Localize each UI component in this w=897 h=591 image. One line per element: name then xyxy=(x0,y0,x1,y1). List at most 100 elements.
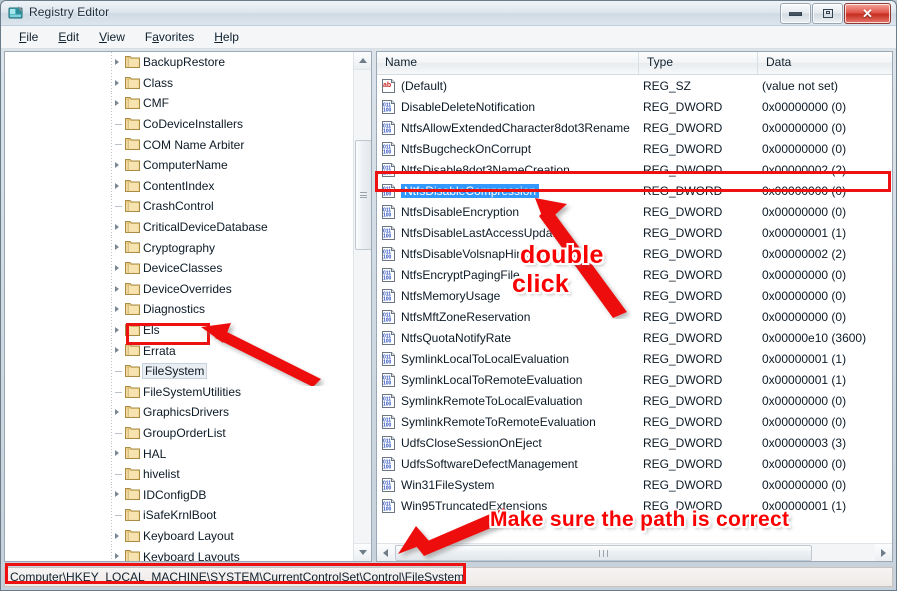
dword-value-icon: 011 100 xyxy=(381,372,396,387)
value-row[interactable]: 011 100 NtfsEncryptPagingFile REG_DWORD 0x00… xyxy=(377,264,892,285)
chevron-right-icon[interactable] xyxy=(115,491,119,498)
tree-item-errata[interactable]: Errata xyxy=(5,340,354,361)
value-row[interactable]: 011 100 SymlinkLocalToLocalEvaluation REG_D… xyxy=(377,348,892,369)
value-row[interactable]: 011 100 SymlinkLocalToRemoteEvaluation REG_… xyxy=(377,369,892,390)
value-name-cell: (Default) xyxy=(401,78,448,93)
tree-item-backuprestore[interactable]: BackupRestore xyxy=(5,52,354,73)
chevron-right-icon[interactable] xyxy=(115,161,119,168)
value-row[interactable]: 011 100 NtfsDisableCompression REG_DWORD 0x0… xyxy=(377,180,892,201)
tree-vertical-scrollbar[interactable] xyxy=(353,52,371,561)
value-type-cell: REG_DWORD xyxy=(643,267,723,282)
chevron-right-icon[interactable] xyxy=(115,306,119,313)
grip-lines-icon xyxy=(360,191,367,200)
menu-help[interactable]: Help xyxy=(204,28,249,46)
chevron-right-icon[interactable] xyxy=(115,100,119,107)
tree-scrollbar-thumb[interactable] xyxy=(355,140,371,250)
tree-item-diagnostics[interactable]: Diagnostics xyxy=(5,299,354,320)
value-name-cell: NtfsMftZoneReservation xyxy=(401,309,531,324)
tree-item-crashcontrol[interactable]: CrashControl xyxy=(5,196,354,217)
chevron-right-icon[interactable] xyxy=(115,347,119,354)
registry-tree-pane[interactable]: BackupRestore Class CMF CoDeviceInstallers C… xyxy=(4,51,372,562)
value-row[interactable]: 011 100 NtfsBugcheckOnCorrupt REG_DWORD 0x00… xyxy=(377,138,892,159)
chevron-right-icon[interactable] xyxy=(115,244,119,251)
tree-scroll-down-button[interactable] xyxy=(354,543,371,561)
chevron-right-icon[interactable] xyxy=(115,450,119,457)
folder-icon xyxy=(125,76,140,89)
tree-item-hivelist[interactable]: hivelist xyxy=(5,463,354,485)
menu-favorites[interactable]: Favorites xyxy=(135,28,204,46)
value-row[interactable]: 011 100 NtfsMftZoneReservation REG_DWORD 0x0… xyxy=(377,306,892,327)
column-header-name[interactable]: Name xyxy=(377,52,639,74)
chevron-right-icon[interactable] xyxy=(115,285,119,292)
value-row[interactable]: 011 100 SymlinkRemoteToRemoteEvaluation REG… xyxy=(377,411,892,432)
tree-item-els[interactable]: Els xyxy=(5,319,354,341)
value-data-cell: 0x00000000 (0) xyxy=(762,120,847,135)
tree-item-cmf[interactable]: CMF xyxy=(5,93,354,114)
value-row[interactable]: 011 100 UdfsSoftwareDefectManagement REG_DW… xyxy=(377,453,892,474)
tree-item-label: COM Name Arbiter xyxy=(143,137,245,152)
registry-tree[interactable]: BackupRestore Class CMF CoDeviceInstallers C… xyxy=(5,52,354,561)
value-row[interactable]: 011 100 Win95TruncatedExtensions REG_DWORD 0… xyxy=(377,495,892,516)
tree-item-deviceclasses[interactable]: DeviceClasses xyxy=(5,257,354,279)
tree-guide-line xyxy=(111,196,112,217)
tree-item-graphicsdrivers[interactable]: GraphicsDrivers xyxy=(5,402,354,423)
column-header-data[interactable]: Data xyxy=(758,52,892,74)
tree-item-com-name-arbiter[interactable]: COM Name Arbiter xyxy=(5,134,354,155)
values-horizontal-scrollbar[interactable] xyxy=(377,543,892,561)
column-header-type[interactable]: Type xyxy=(639,52,758,74)
value-row[interactable]: 011 100 NtfsDisableLastAccessUpdate REG_DWO… xyxy=(377,222,892,243)
value-data-cell: 0x00000001 (1) xyxy=(762,225,847,240)
chevron-right-icon[interactable] xyxy=(115,532,119,539)
folder-icon xyxy=(125,549,140,561)
tree-item-criticaldevicedatabase[interactable]: CriticalDeviceDatabase xyxy=(5,216,354,238)
menu-view[interactable]: View xyxy=(89,28,135,46)
values-list[interactable]: ab (Default) REG_SZ (value not set) 011 100 Di… xyxy=(377,75,892,543)
close-button[interactable]: ✕ xyxy=(844,3,891,24)
folder-icon xyxy=(125,529,140,542)
svg-text:100: 100 xyxy=(383,128,392,134)
value-row[interactable]: 011 100 NtfsDisableEncryption REG_DWORD 0x00… xyxy=(377,201,892,222)
value-row[interactable]: 011 100 DisableDeleteNotification REG_DWORD… xyxy=(377,96,892,117)
chevron-right-icon[interactable] xyxy=(115,326,119,333)
value-row[interactable]: 011 100 NtfsDisable8dot3NameCreation REG_DW… xyxy=(377,159,892,180)
value-row[interactable]: 011 100 NtfsQuotaNotifyRate REG_DWORD 0x0000… xyxy=(377,327,892,348)
values-scroll-right-button[interactable] xyxy=(875,544,892,561)
tree-item-hal[interactable]: HAL xyxy=(5,443,354,464)
maximize-button[interactable] xyxy=(812,3,843,24)
value-row[interactable]: 011 100 UdfsCloseSessionOnEject REG_DWORD 0x… xyxy=(377,432,892,453)
value-row[interactable]: 011 100 SymlinkRemoteToLocalEvaluation REG_… xyxy=(377,390,892,411)
tree-item-deviceoverrides[interactable]: DeviceOverrides xyxy=(5,278,354,300)
tree-item-idconfigdb[interactable]: IDConfigDB xyxy=(5,484,354,506)
value-row[interactable]: 011 100 Win31FileSystem REG_DWORD 0x00000000… xyxy=(377,474,892,495)
chevron-right-icon[interactable] xyxy=(115,223,119,230)
tree-item-filesystem[interactable]: FileSystem xyxy=(5,360,354,382)
values-scrollbar-thumb[interactable] xyxy=(395,545,812,561)
tree-item-grouporderlist[interactable]: GroupOrderList xyxy=(5,422,354,444)
menu-file[interactable]: File xyxy=(9,28,48,46)
folder-icon xyxy=(125,96,140,110)
value-row[interactable]: 011 100 NtfsMemoryUsage REG_DWORD 0x00000000… xyxy=(377,285,892,306)
tree-item-cryptography[interactable]: Cryptography xyxy=(5,237,354,258)
tree-scroll-up-button[interactable] xyxy=(354,52,371,70)
chevron-right-icon[interactable] xyxy=(115,182,119,189)
value-row[interactable]: ab (Default) REG_SZ (value not set) xyxy=(377,75,892,96)
tree-item-filesystemutilities[interactable]: FileSystemUtilities xyxy=(5,381,354,403)
chevron-right-icon[interactable] xyxy=(115,264,119,271)
value-row[interactable]: 011 100 NtfsDisableVolsnapHints REG_DWORD 0x… xyxy=(377,243,892,264)
chevron-right-icon[interactable] xyxy=(115,79,119,86)
chevron-right-icon[interactable] xyxy=(115,553,119,560)
menu-edit[interactable]: Edit xyxy=(48,28,89,46)
tree-item-keyboard-layout[interactable]: Keyboard Layout xyxy=(5,525,354,547)
value-row[interactable]: 011 100 NtfsAllowExtendedCharacter8dot3Ren… xyxy=(377,117,892,138)
tree-item-class[interactable]: Class xyxy=(5,72,354,94)
chevron-right-icon[interactable] xyxy=(115,59,119,65)
tree-item-contentindex[interactable]: ContentIndex xyxy=(5,175,354,197)
registry-values-pane[interactable]: Name Type Data ab (Default) REG_SZ (value n… xyxy=(376,51,893,562)
tree-item-computername[interactable]: ComputerName xyxy=(5,154,354,176)
tree-item-keyboard-layouts[interactable]: Keyboard Layouts xyxy=(5,546,354,561)
chevron-right-icon[interactable] xyxy=(115,409,119,416)
minimize-button[interactable] xyxy=(780,3,811,24)
tree-item-isafekrnlboot[interactable]: iSafeKrnlBoot xyxy=(5,505,354,526)
values-scroll-left-button[interactable] xyxy=(377,544,394,561)
tree-item-codeviceinstallers[interactable]: CoDeviceInstallers xyxy=(5,113,354,135)
